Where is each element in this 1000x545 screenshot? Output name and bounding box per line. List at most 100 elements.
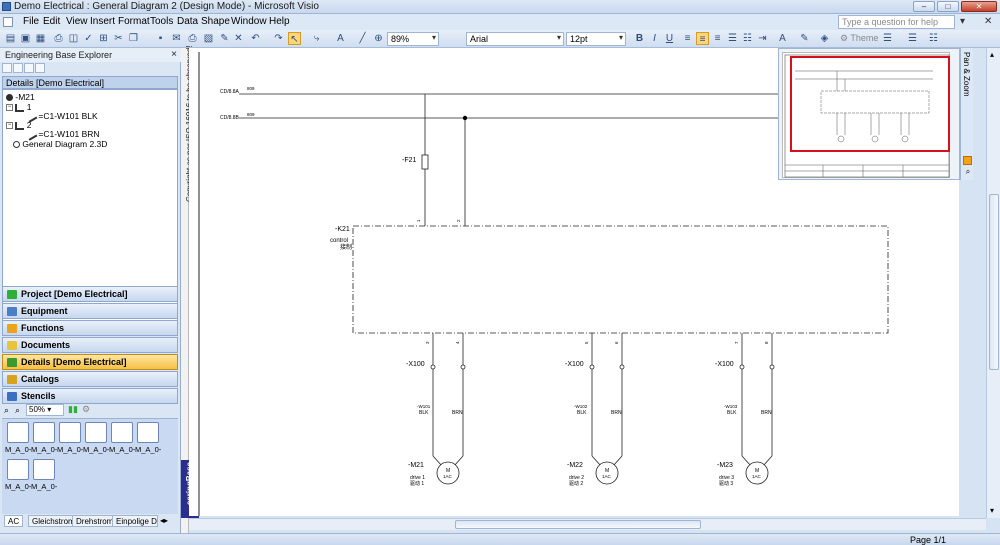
save-doc-icon[interactable]: ▪ [154, 32, 167, 45]
tab-drehstrom[interactable]: Drehstrom [72, 515, 118, 527]
stencil-list-icon[interactable]: ▮▮ [68, 404, 78, 415]
pan-zoom-titlebar[interactable]: Pan & Zoom ⌕ [960, 48, 973, 180]
font-color-icon[interactable]: A [776, 32, 789, 45]
cut-icon[interactable]: ✂ [112, 32, 125, 45]
bullets-icon[interactable]: ☷ [741, 32, 754, 45]
explorer-close-icon[interactable]: × [171, 49, 177, 60]
justify-icon[interactable]: ☰ [726, 32, 739, 45]
zoom-in-icon[interactable]: ⌕ [15, 405, 20, 416]
new-icon[interactable]: ▤ [4, 32, 17, 45]
filter-icon[interactable] [13, 63, 23, 73]
align-right-icon[interactable]: ≡ [711, 32, 724, 45]
print-icon[interactable]: ⎙ [52, 32, 65, 45]
document-close-icon[interactable]: ✕ [984, 16, 992, 27]
visio-app-icon[interactable] [2, 2, 11, 11]
pointer-tool-icon[interactable]: ↖ [288, 32, 301, 45]
nav-equipment[interactable]: Equipment [2, 303, 178, 319]
stencil-item[interactable]: M_A_0- [135, 422, 161, 457]
menu-data[interactable]: Data [177, 16, 198, 27]
line-tool-icon[interactable]: ╱ [356, 32, 369, 45]
scroll-down-icon[interactable]: ▾ [990, 506, 994, 515]
connector-tool-icon[interactable]: ⤷ [310, 32, 323, 45]
menu-tools[interactable]: Tools [150, 16, 173, 27]
tree-item-general-diagram[interactable]: General Diagram 2.3D [13, 139, 107, 149]
viewport-rectangle[interactable] [790, 56, 950, 152]
stencil-settings-icon[interactable]: ⚙ [82, 404, 90, 415]
fill-color-icon[interactable]: ◈ [818, 32, 831, 45]
refresh-icon[interactable] [24, 63, 34, 73]
theme-button[interactable]: ⚙ Theme [840, 33, 878, 44]
nav-functions[interactable]: Functions [2, 320, 178, 336]
contactor-box[interactable] [352, 225, 889, 334]
tree-item-m21[interactable]: -M21 [6, 92, 35, 102]
horizontal-scroll-thumb[interactable] [455, 520, 701, 529]
tab-ac[interactable]: AC [4, 515, 24, 527]
options-icon[interactable] [35, 63, 45, 73]
stencil-zoom-select[interactable]: 50% ▾ [26, 404, 64, 416]
align-center-icon[interactable]: ≡ [696, 32, 709, 45]
menu-help[interactable]: Help [269, 16, 290, 27]
maximize-button[interactable]: □ [937, 1, 959, 12]
nav-project[interactable]: Project [Demo Electrical] [2, 286, 178, 302]
stencil-item[interactable]: M_A_0- [5, 459, 31, 494]
stencil-item[interactable]: M_A_0- [31, 422, 57, 457]
font-size-select[interactable]: 12pt ▾ [566, 32, 626, 46]
zoom-tool-icon[interactable]: ⊕ [372, 32, 385, 45]
minimize-button[interactable]: – [913, 1, 935, 12]
motor-circuit-3[interactable]: -X100 7 8 -W103 BLK BRN M 1AC -M23 drive… [715, 333, 775, 487]
scroll-up-icon[interactable]: ▴ [990, 50, 994, 59]
print2-icon[interactable]: ⎙ [186, 32, 199, 45]
format-painter-icon[interactable]: ✎ [218, 32, 231, 45]
copy-icon[interactable]: ❐ [127, 32, 140, 45]
nav-documents[interactable]: Documents [2, 337, 178, 353]
pan-zoom-zoom-icon[interactable]: ⌕ [963, 168, 973, 176]
zoom-out-icon[interactable]: ⌕ [4, 405, 9, 416]
horizontal-scrollbar[interactable] [189, 518, 986, 530]
zoom-select[interactable]: 89% ▾ [387, 32, 439, 46]
stencil-item[interactable]: M_A_0- [83, 422, 109, 457]
fuse-symbol[interactable] [421, 154, 429, 170]
menu-file[interactable]: File [23, 16, 39, 27]
indent-icon[interactable]: ⇥ [756, 32, 769, 45]
collapse-icon[interactable]: − [6, 104, 13, 112]
align-left-icon[interactable]: ≡ [681, 32, 694, 45]
menu-window[interactable]: Window [231, 16, 267, 27]
paste-icon[interactable]: ▧ [202, 32, 215, 45]
tree-item-w101-blk[interactable]: =C1-W101 BLK [25, 111, 98, 123]
search-icon[interactable] [2, 63, 12, 73]
text-tool-icon[interactable]: A [334, 32, 347, 45]
undo-icon[interactable]: ↶ [249, 32, 262, 45]
pan-zoom-pin-icon[interactable] [963, 156, 972, 165]
nav-stencils[interactable]: Stencils [2, 388, 178, 404]
nav-catalogs[interactable]: Catalogs [2, 371, 178, 387]
stencil-item[interactable]: M_A_0- [5, 422, 31, 457]
spelling-icon[interactable]: ✓ [82, 32, 95, 45]
vertical-scroll-thumb[interactable] [989, 194, 999, 370]
font-select[interactable]: Arial ▾ [466, 32, 564, 46]
save-icon[interactable]: ▦ [34, 32, 47, 45]
close-button[interactable]: ✕ [961, 1, 997, 12]
pan-zoom-window[interactable] [778, 48, 960, 180]
stencil-item[interactable]: M_A_0- [57, 422, 83, 457]
tree-item-w101-brn[interactable]: =C1-W101 BRN [25, 129, 100, 141]
preview-icon[interactable]: ◫ [67, 32, 80, 45]
bold-icon[interactable]: B [633, 32, 646, 45]
italic-icon[interactable]: I [648, 32, 661, 45]
motor-circuit-1[interactable]: -X100 3 4 -W101 BLK BRN M 1AC -M21 drive… [406, 333, 466, 487]
line-pattern-icon[interactable]: ☰ [906, 32, 919, 45]
menu-format[interactable]: Format [118, 16, 150, 27]
line-weight-icon[interactable]: ☰ [881, 32, 894, 45]
menu-view[interactable]: View [66, 16, 88, 27]
pan-zoom-preview[interactable] [782, 52, 950, 178]
tab-einpolige[interactable]: Einpolige De [112, 515, 158, 527]
open-icon[interactable]: ▣ [19, 32, 32, 45]
stencil-item[interactable]: M_A_0- [109, 422, 135, 457]
motor-circuit-2[interactable]: -X100 5 6 -W102 BLK BRN M 1AC -M22 drive… [565, 333, 625, 487]
help-search-input[interactable]: Type a question for help [838, 15, 955, 29]
research-icon[interactable]: ⊞ [97, 32, 110, 45]
redo-icon[interactable]: ↷ [272, 32, 285, 45]
underline-icon[interactable]: U [663, 32, 676, 45]
menu-shape[interactable]: Shape [201, 16, 230, 27]
document-icon[interactable] [3, 17, 13, 27]
menu-edit[interactable]: Edit [43, 16, 60, 27]
